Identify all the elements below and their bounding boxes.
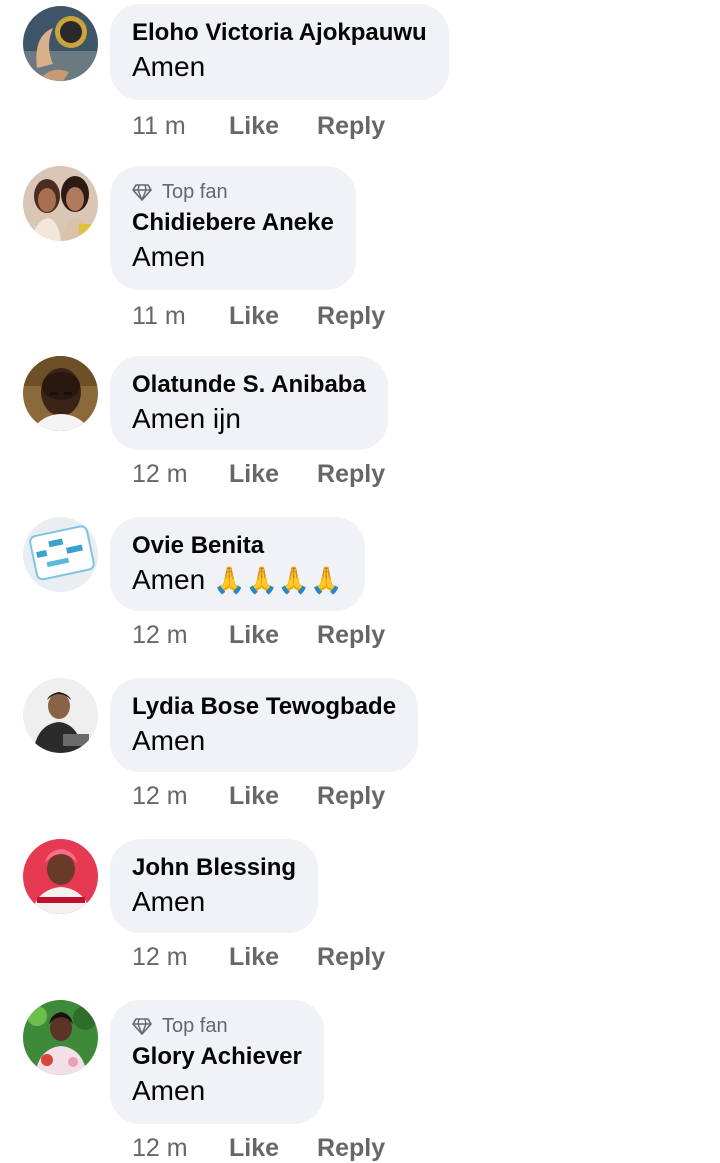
reply-button[interactable]: Reply — [317, 1134, 385, 1163]
comment-time[interactable]: 12 m — [132, 782, 192, 811]
commenter-name[interactable]: John Blessing — [132, 853, 296, 883]
diamond-icon — [132, 184, 152, 201]
reply-button[interactable]: Reply — [317, 112, 385, 141]
top-fan-badge: Top fan — [132, 1014, 302, 1038]
commenter-name[interactable]: Olatunde S. Anibaba — [132, 370, 366, 400]
comment-text: Amen — [132, 725, 206, 756]
comment-actions: 11 m Like Reply — [132, 302, 385, 331]
avatar[interactable] — [23, 1000, 98, 1075]
comment-text: Amen — [132, 241, 206, 272]
reply-button[interactable]: Reply — [317, 782, 385, 811]
comment-text: Amen — [132, 886, 206, 917]
comment-time[interactable]: 12 m — [132, 1134, 192, 1163]
commenter-name[interactable]: Ovie Benita — [132, 531, 343, 561]
comment-actions: 12 m Like Reply — [132, 1134, 385, 1163]
top-fan-badge: Top fan — [132, 180, 334, 204]
comment-actions: 12 m Like Reply — [132, 460, 385, 489]
reply-button[interactable]: Reply — [317, 943, 385, 972]
like-button[interactable]: Like — [229, 621, 279, 650]
avatar[interactable] — [23, 356, 98, 431]
comment-text: Amen — [132, 1075, 206, 1106]
comment-text: Amen ijn — [132, 403, 241, 434]
comment-time[interactable]: 12 m — [132, 943, 192, 972]
commenter-name[interactable]: Eloho Victoria Ajokpauwu — [132, 18, 427, 48]
avatar[interactable] — [23, 166, 98, 241]
like-button[interactable]: Like — [229, 782, 279, 811]
comment-actions: 12 m Like Reply — [132, 782, 385, 811]
comment-time[interactable]: 12 m — [132, 621, 192, 650]
avatar[interactable] — [23, 517, 98, 592]
comment-text: Amen 🙏🙏🙏🙏 — [132, 561, 343, 599]
like-button[interactable]: Like — [229, 460, 279, 489]
comment-bubble[interactable]: Top fan Glory Achiever Amen — [110, 1000, 324, 1124]
comment-time[interactable]: 11 m — [132, 112, 192, 141]
comment-actions: 11 m Like Reply — [132, 112, 385, 141]
avatar[interactable] — [23, 839, 98, 914]
comment-bubble[interactable]: Olatunde S. Anibaba Amen ijn — [110, 356, 388, 450]
diamond-icon — [132, 1018, 152, 1035]
commenter-name[interactable]: Glory Achiever — [132, 1042, 302, 1072]
like-button[interactable]: Like — [229, 112, 279, 141]
comment-bubble[interactable]: John Blessing Amen — [110, 839, 319, 933]
comment-bubble[interactable]: Lydia Bose Tewogbade Amen — [110, 678, 419, 772]
praying-hands-emoji: 🙏🙏🙏🙏 — [213, 565, 343, 595]
avatar[interactable] — [23, 678, 98, 753]
avatar[interactable] — [23, 6, 98, 81]
reply-button[interactable]: Reply — [317, 621, 385, 650]
comment-bubble[interactable]: Ovie Benita Amen 🙏🙏🙏🙏 — [110, 517, 365, 611]
comment-text: Amen — [132, 51, 206, 82]
comment-bubble[interactable]: Eloho Victoria Ajokpauwu Amen — [110, 4, 449, 100]
comment-actions: 12 m Like Reply — [132, 943, 385, 972]
like-button[interactable]: Like — [229, 943, 279, 972]
badge-label: Top fan — [162, 1015, 228, 1037]
comment-time[interactable]: 12 m — [132, 460, 192, 489]
reply-button[interactable]: Reply — [317, 460, 385, 489]
comment-actions: 12 m Like Reply — [132, 621, 385, 650]
comment-bubble[interactable]: Top fan Chidiebere Aneke Amen — [110, 166, 356, 290]
comment-text-word: Amen — [132, 564, 206, 595]
like-button[interactable]: Like — [229, 302, 279, 331]
badge-label: Top fan — [162, 181, 228, 203]
comment-time[interactable]: 11 m — [132, 302, 192, 331]
commenter-name[interactable]: Lydia Bose Tewogbade — [132, 692, 396, 722]
commenter-name[interactable]: Chidiebere Aneke — [132, 208, 334, 238]
reply-button[interactable]: Reply — [317, 302, 385, 331]
like-button[interactable]: Like — [229, 1134, 279, 1163]
